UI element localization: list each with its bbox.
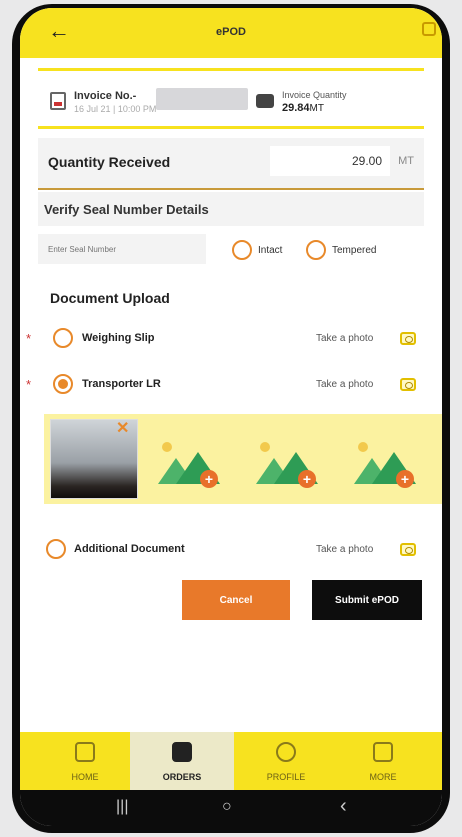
remove-photo-icon[interactable]: ✕ xyxy=(116,418,129,438)
additional-document-radio[interactable] xyxy=(46,539,66,559)
recent-apps-icon[interactable]: ||| xyxy=(116,798,128,816)
quantity-received-input[interactable]: 29.00 xyxy=(270,146,390,176)
camera-icon[interactable] xyxy=(400,543,416,556)
add-photo-icon: + xyxy=(396,470,414,488)
invoice-quantity-number: 29.84 xyxy=(282,102,310,114)
nav-home-label: HOME xyxy=(71,772,99,782)
required-star: * xyxy=(26,331,32,346)
take-photo-link[interactable]: Take a photo xyxy=(316,379,373,390)
invoice-quantity-unit: MT xyxy=(309,103,324,114)
submit-epod-button[interactable]: Submit ePOD xyxy=(312,580,422,620)
nav-more-label: MORE xyxy=(369,772,397,782)
shopping-bag-icon xyxy=(172,742,192,762)
intact-radio[interactable] xyxy=(232,240,252,260)
app-screen: ← ePOD Invoice No.- 16 Jul 21 | 10:00 PM… xyxy=(20,8,442,826)
section-divider xyxy=(38,188,424,190)
app-header: ← ePOD xyxy=(20,8,442,58)
nav-orders[interactable]: ORDERS xyxy=(130,732,234,790)
image-placeholder-icon xyxy=(358,442,368,452)
nav-orders-label: ORDERS xyxy=(162,772,202,782)
cancel-button[interactable]: Cancel xyxy=(182,580,290,620)
add-photo-placeholder[interactable]: + xyxy=(352,438,416,488)
camera-icon[interactable] xyxy=(400,332,416,345)
invoice-number-label: Invoice No.- xyxy=(74,90,137,102)
edit-icon[interactable] xyxy=(422,22,436,36)
document-upload-title: Document Upload xyxy=(50,290,170,306)
seal-section-header: Verify Seal Number Details xyxy=(38,192,424,226)
page-title: ePOD xyxy=(216,26,246,38)
weighing-slip-radio[interactable] xyxy=(53,328,73,348)
invoice-quantity-label: Invoice Quantity xyxy=(282,90,347,100)
system-back-icon[interactable]: ‹ xyxy=(340,795,347,818)
tempered-radio[interactable] xyxy=(306,240,326,260)
add-photo-placeholder[interactable]: + xyxy=(156,438,220,488)
nav-more[interactable]: MORE xyxy=(338,732,428,790)
invoice-quantity-value: 29.84MT xyxy=(282,102,324,114)
seal-number-field[interactable] xyxy=(38,234,206,264)
truck-icon xyxy=(256,94,274,108)
nav-profile[interactable]: PROFILE xyxy=(236,732,336,790)
bottom-navigation: HOME ORDERS PROFILE MORE xyxy=(20,732,442,790)
invoice-summary: Invoice No.- 16 Jul 21 | 10:00 PM Invoic… xyxy=(38,76,424,126)
quantity-received-value: 29.00 xyxy=(351,154,382,168)
image-placeholder-icon xyxy=(260,442,270,452)
home-circle-icon[interactable]: ○ xyxy=(222,798,232,816)
add-photo-placeholder[interactable]: + xyxy=(254,438,318,488)
grid-icon xyxy=(373,742,393,762)
add-photo-icon: + xyxy=(298,470,316,488)
take-photo-link[interactable]: Take a photo xyxy=(316,333,373,344)
quantity-received-row: Quantity Received 29.00 MT xyxy=(38,138,424,188)
divider xyxy=(38,68,424,71)
transporter-lr-radio[interactable] xyxy=(53,374,73,394)
transporter-lr-label: Transporter LR xyxy=(82,378,161,390)
camera-icon[interactable] xyxy=(400,378,416,391)
person-icon xyxy=(276,742,296,762)
weighing-slip-label: Weighing Slip xyxy=(82,332,155,344)
seal-number-input[interactable] xyxy=(38,234,206,264)
nav-profile-label: PROFILE xyxy=(266,772,306,782)
additional-document-label: Additional Document xyxy=(74,543,185,555)
image-placeholder-icon xyxy=(162,442,172,452)
quantity-unit: MT xyxy=(398,155,414,167)
divider xyxy=(38,126,424,129)
invoice-document-icon xyxy=(50,92,66,110)
invoice-number-redacted xyxy=(156,88,248,110)
nav-home[interactable]: HOME xyxy=(42,732,128,790)
required-star: * xyxy=(26,377,32,392)
system-navigation-bar: ||| ○ ‹ xyxy=(20,790,442,826)
invoice-date: 16 Jul 21 | 10:00 PM xyxy=(74,104,157,114)
intact-label: Intact xyxy=(258,245,283,256)
home-icon xyxy=(75,742,95,762)
seal-section-title: Verify Seal Number Details xyxy=(44,202,209,217)
tempered-label: Tempered xyxy=(332,245,377,256)
quantity-received-label: Quantity Received xyxy=(48,154,171,170)
take-photo-link[interactable]: Take a photo xyxy=(316,544,373,555)
add-photo-icon: + xyxy=(200,470,218,488)
